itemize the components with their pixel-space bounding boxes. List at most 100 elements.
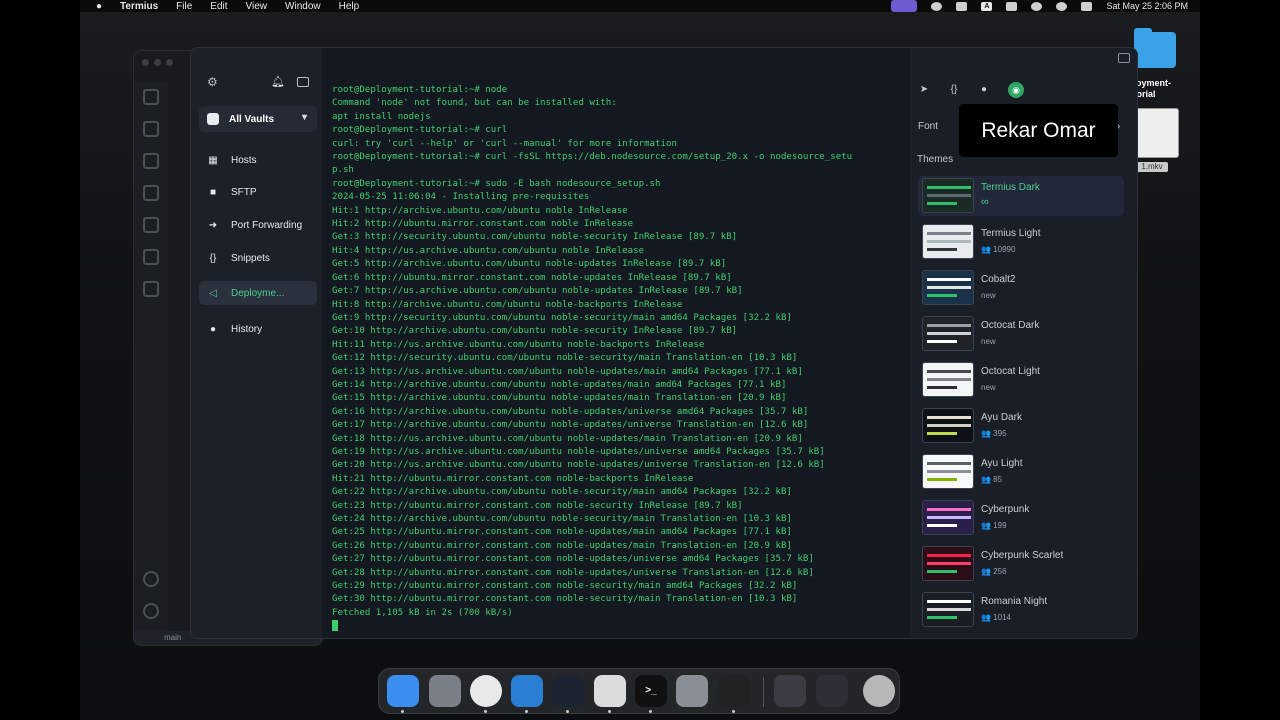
menu-view[interactable]: View bbox=[246, 1, 268, 12]
desktop: ● Termius File Edit View Window Help A S… bbox=[0, 0, 1280, 720]
menu-edit[interactable]: Edit bbox=[210, 1, 227, 12]
snippets-icon: {} bbox=[209, 252, 217, 264]
circle-icon[interactable]: ● bbox=[978, 84, 990, 96]
theme-preview bbox=[922, 546, 974, 581]
notifications-bell-icon[interactable]: 🔔︎ bbox=[271, 75, 285, 88]
menu-window[interactable]: Window bbox=[285, 1, 321, 12]
volume-icon[interactable] bbox=[956, 1, 968, 11]
theme-name: Octocat Light bbox=[981, 366, 1040, 377]
sidebar-item-hosts[interactable]: ▦ Hosts bbox=[199, 148, 317, 172]
terminal-line: p.sh bbox=[332, 165, 354, 176]
theme-item[interactable]: Cyberpunk Scarlet 👥 256 bbox=[918, 544, 1124, 584]
extensions-icon[interactable] bbox=[143, 217, 159, 233]
sidebar-toggle-icon[interactable] bbox=[1118, 53, 1130, 63]
sidebar-item-snippets[interactable]: {} Snippets bbox=[199, 246, 317, 270]
theme-item[interactable]: Ayu Light 👥 85 bbox=[918, 452, 1124, 492]
sidebar-item-label: Hosts bbox=[231, 154, 257, 166]
input-source-icon[interactable]: A bbox=[981, 1, 993, 11]
terminal-line: root@Deployment-tutorial:~# sudo -E bash… bbox=[332, 178, 661, 189]
theme-item[interactable]: Romania Night 👥 1014 bbox=[918, 590, 1124, 630]
menu-help[interactable]: Help bbox=[339, 1, 360, 12]
theme-name: Cobalt2 bbox=[981, 274, 1016, 285]
account-icon[interactable] bbox=[143, 571, 159, 587]
theme-item[interactable]: Cyberpunk 👥 199 bbox=[918, 498, 1124, 538]
finder-icon[interactable] bbox=[387, 675, 419, 707]
terminal-prompt-line[interactable] bbox=[332, 620, 910, 633]
search-icon[interactable] bbox=[143, 121, 159, 137]
manage-gear-icon[interactable] bbox=[143, 603, 159, 619]
source-control-icon[interactable] bbox=[143, 153, 159, 169]
sidebar-item-label: Snippets bbox=[231, 252, 270, 264]
rocket-icon[interactable]: ➤ bbox=[918, 84, 930, 96]
palette-icon[interactable]: ◉ bbox=[1008, 82, 1024, 98]
launchpad-icon[interactable] bbox=[429, 675, 461, 707]
theme-name: Ayu Dark bbox=[981, 412, 1022, 423]
terminal-line: Get:25 http://ubuntu.mirror.constant.com… bbox=[332, 527, 792, 538]
theme-preview-line bbox=[927, 600, 971, 603]
remote-icon[interactable] bbox=[143, 249, 159, 265]
theme-preview-line bbox=[927, 370, 971, 373]
font-label[interactable]: Font bbox=[918, 121, 938, 132]
terminal-line: curl: try 'curl --help' or 'curl --manua… bbox=[332, 138, 677, 149]
spotlight-icon[interactable] bbox=[1056, 1, 1068, 11]
explorer-icon[interactable] bbox=[143, 89, 159, 105]
apple-menu-icon[interactable]: ● bbox=[94, 1, 104, 12]
switch-icon[interactable] bbox=[1081, 1, 1093, 11]
chrome-icon[interactable] bbox=[470, 675, 502, 707]
desktop-file-label: 1.mkv bbox=[1136, 162, 1168, 172]
terminal-line: Get:6 http://ubuntu.mirror.constant.com … bbox=[332, 272, 732, 283]
dock-running-indicator bbox=[525, 710, 528, 713]
letterbox-right bbox=[1200, 0, 1280, 720]
wifi-icon[interactable] bbox=[1031, 1, 1043, 11]
sidebar-item-history[interactable]: ● History bbox=[199, 317, 317, 341]
new-terminal-icon[interactable] bbox=[297, 77, 309, 87]
theme-item[interactable]: Octocat Dark new bbox=[918, 314, 1124, 354]
vscode-icon[interactable] bbox=[511, 675, 543, 707]
app-menu[interactable]: Termius bbox=[120, 1, 158, 12]
theme-item[interactable]: Ayu Dark 👥 395 bbox=[918, 406, 1124, 446]
activity-bar bbox=[134, 81, 168, 641]
terminal-output[interactable]: root@Deployment-tutorial:~# node Command … bbox=[322, 48, 910, 638]
sidebar-item-sftp[interactable]: ■ SFTP bbox=[199, 180, 317, 204]
theme-item[interactable]: Cobalt2 new bbox=[918, 268, 1124, 308]
control-center-icon[interactable] bbox=[931, 1, 943, 11]
theme-preview-line bbox=[927, 332, 971, 335]
desktop-folder-icon[interactable] bbox=[1134, 28, 1176, 68]
sidebar: ⚙ 🔔︎ All Vaults ▾ ▦ Hosts ■ SFTP ➜ Port … bbox=[191, 48, 322, 638]
theme-item[interactable]: Termius Light 👥 10990 bbox=[918, 222, 1124, 262]
trash-icon[interactable] bbox=[863, 675, 895, 707]
menubar-clock[interactable]: Sat May 25 2:06 PM bbox=[1106, 1, 1188, 11]
sidebar-item-deployment[interactable]: ◁ Deployme... bbox=[199, 281, 317, 305]
settings-icon[interactable] bbox=[676, 675, 708, 707]
window-thumb-2-icon[interactable] bbox=[816, 675, 848, 707]
theme-name: Octocat Dark bbox=[981, 320, 1040, 331]
theme-item[interactable]: Termius Dark ∞ bbox=[918, 176, 1124, 216]
dock-running-indicator bbox=[401, 710, 404, 713]
sidebar-item-port-forwarding[interactable]: ➜ Port Forwarding bbox=[199, 213, 317, 237]
theme-preview-line bbox=[927, 478, 957, 481]
run-debug-icon[interactable] bbox=[143, 185, 159, 201]
app-icon[interactable] bbox=[594, 675, 626, 707]
battery-icon[interactable] bbox=[1006, 1, 1018, 11]
terminal-line: root@Deployment-tutorial:~# curl bbox=[332, 125, 508, 136]
docker-icon[interactable] bbox=[143, 281, 159, 297]
theme-meta: 👥 256 bbox=[981, 567, 1007, 576]
dock-running-indicator bbox=[649, 710, 652, 713]
window-thumb-1-icon[interactable] bbox=[774, 675, 806, 707]
menu-file[interactable]: File bbox=[176, 1, 192, 12]
vault-selector[interactable]: All Vaults ▾ bbox=[199, 106, 317, 132]
obs-icon[interactable] bbox=[718, 675, 750, 707]
screen-record-icon[interactable] bbox=[891, 0, 918, 12]
terminal-line: Hit:1 http://archive.ubuntu.com/ubuntu n… bbox=[332, 205, 628, 216]
desktop-file-icon[interactable] bbox=[1133, 108, 1179, 158]
dock-running-indicator bbox=[732, 710, 735, 713]
theme-item[interactable]: Octocat Light new bbox=[918, 360, 1124, 400]
settings-gear-icon[interactable]: ⚙ bbox=[207, 76, 219, 88]
braces-icon[interactable]: {} bbox=[948, 84, 960, 96]
terminal-line: Get:13 http://us.archive.ubuntu.com/ubun… bbox=[332, 366, 803, 377]
dock-running-indicator bbox=[608, 710, 611, 713]
theme-preview-line bbox=[927, 186, 971, 189]
termius-icon[interactable] bbox=[552, 675, 584, 707]
terminal-app-icon[interactable]: >_ bbox=[635, 675, 667, 707]
theme-preview-line bbox=[927, 340, 957, 343]
